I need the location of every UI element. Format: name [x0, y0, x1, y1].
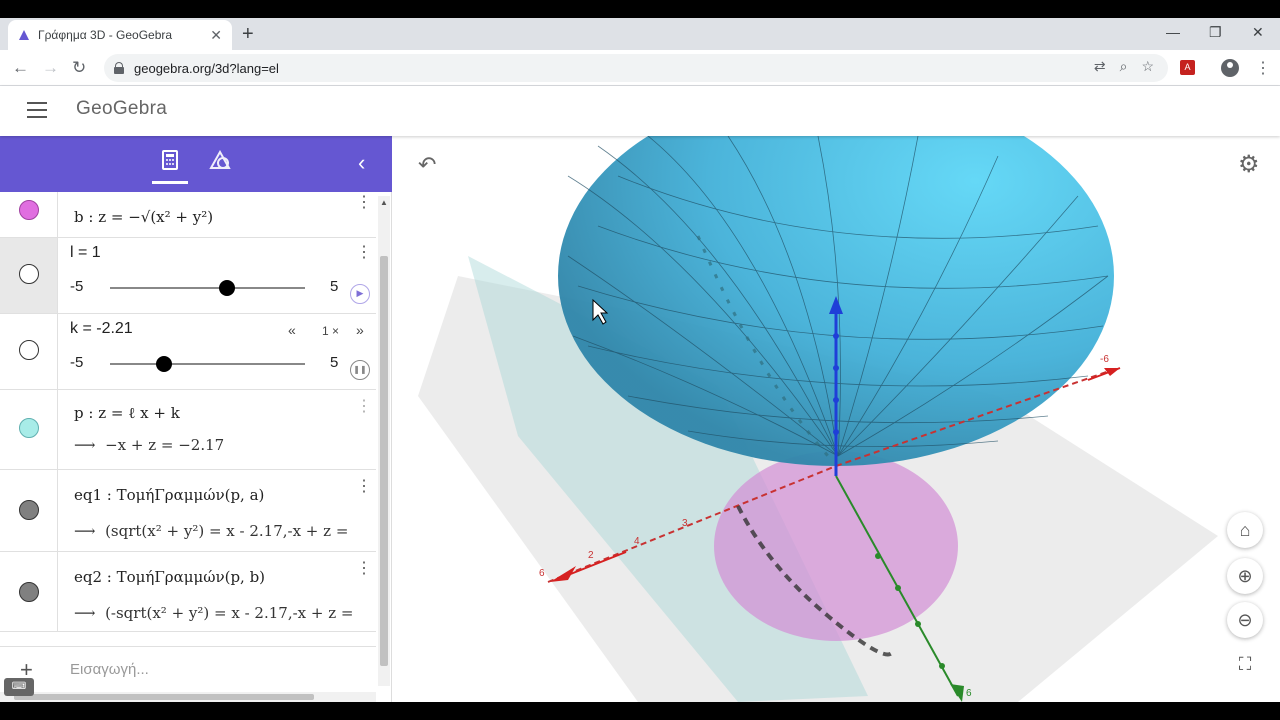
x-axis-label: 3: [682, 518, 688, 529]
browser-toolbar: ← → ↻ geogebra.org/3d?lang=el ⇄ ⌕ ☆ A ⋮: [0, 50, 1280, 86]
algebra-rows: b : z = −√(x² + y²) ⋮ l = 1 ⋮ -5 5 ▶ k =…: [0, 192, 376, 646]
algebra-row-eq1[interactable]: eq1 : ΤομήΓραμμών(p, a) ⟶ (sqrt(x² + y²)…: [0, 470, 376, 552]
algebra-row-l[interactable]: l = 1 ⋮ -5 5 ▶: [0, 238, 376, 314]
algebra-row-k[interactable]: k = -2.21 « 1 × » -5 5 ❚❚: [0, 314, 376, 390]
slider-max: 5: [330, 278, 339, 295]
bookmark-star-icon[interactable]: ☆: [1141, 58, 1154, 75]
geogebra-logo: GeoGebra: [76, 98, 168, 119]
browser-window: Γράφημα 3D - GeoGebra ✕ + — ❐ ✕ ← → ↻ ge…: [0, 18, 1280, 702]
z-axis-label: 6: [966, 688, 972, 699]
slider-min: -5: [70, 278, 84, 295]
calculator-icon: [162, 150, 178, 170]
slider-min: -5: [70, 354, 84, 371]
row-b-definition: b : z = −√(x² + y²): [74, 208, 214, 226]
speed-label[interactable]: 1 ×: [322, 324, 339, 338]
slider-knob-k[interactable]: [156, 356, 173, 372]
fullscreen-icon[interactable]: ⛶: [1227, 646, 1263, 682]
row-menu-icon[interactable]: ⋮: [356, 558, 372, 578]
restore-button[interactable]: ❐: [1209, 24, 1222, 41]
zoom-in-icon[interactable]: ⊕: [1227, 558, 1263, 594]
visibility-marble[interactable]: [19, 418, 39, 438]
minimize-button[interactable]: —: [1166, 24, 1180, 40]
tab-strip: Γράφημα 3D - GeoGebra ✕ + — ❐ ✕: [0, 18, 1280, 50]
row-eq2-definition: eq2 : ΤομήΓραμμών(p, b): [74, 568, 266, 586]
shapes-icon: [209, 149, 231, 169]
row-l-value: l = 1: [70, 244, 101, 261]
geogebra-header: GeoGebra: [0, 86, 1280, 136]
scrollbar-thumb[interactable]: [380, 256, 388, 666]
pdf-extension-icon[interactable]: A: [1180, 60, 1195, 75]
visibility-marble[interactable]: [19, 500, 39, 520]
zoom-icon[interactable]: ⌕: [1120, 58, 1128, 75]
zoom-out-icon[interactable]: ⊖: [1227, 602, 1263, 638]
translate-icon[interactable]: ⇄: [1094, 58, 1106, 75]
algebra-row-p[interactable]: p : z = ℓ x + k ⟶ −x + z = −2.17 ⋮: [0, 390, 376, 470]
reload-icon[interactable]: ↻: [72, 58, 86, 78]
row-p-output: ⟶ −x + z = −2.17: [74, 436, 225, 454]
play-icon[interactable]: ▶: [350, 284, 370, 304]
profile-avatar-icon[interactable]: [1221, 59, 1239, 77]
algebra-panel-header: ‹: [0, 136, 392, 192]
speed-up-icon[interactable]: »: [356, 322, 364, 338]
row-menu-icon[interactable]: ⋮: [356, 242, 372, 262]
slider-track[interactable]: [110, 363, 305, 365]
slider-max: 5: [330, 354, 339, 371]
row-eq1-definition: eq1 : ΤομήΓραμμών(p, a): [74, 486, 265, 504]
collapse-panel-icon[interactable]: ‹: [358, 150, 365, 176]
pink-cone: [714, 451, 958, 641]
tools-tab[interactable]: [205, 149, 235, 180]
row-eq1-output: ⟶ (sqrt(x² + y²) = x - 2.17,-x + z =: [74, 522, 349, 540]
hamburger-menu-icon[interactable]: [27, 102, 47, 118]
algebra-vertical-scrollbar[interactable]: ▲: [378, 196, 390, 686]
undo-icon[interactable]: ↶: [418, 152, 436, 178]
row-menu-icon[interactable]: ⋮: [356, 396, 372, 416]
algebra-row-eq2[interactable]: eq2 : ΤομήΓραμμών(p, b) ⟶ (-sqrt(x² + y²…: [0, 552, 376, 632]
y-axis-label: -6: [1100, 354, 1109, 365]
slider-track[interactable]: [110, 287, 305, 289]
algebra-horizontal-scrollbar[interactable]: [0, 692, 376, 702]
row-eq2-output: ⟶ (-sqrt(x² + y²) = x - 2.17,-x + z =: [74, 604, 354, 622]
tab-title: Γράφημα 3D - GeoGebra: [38, 28, 173, 42]
slider-knob-l[interactable]: [219, 280, 235, 296]
scrollbar-thumb[interactable]: [14, 694, 314, 700]
visibility-marble[interactable]: [19, 582, 39, 602]
row-k-value: k = -2.21: [70, 320, 133, 337]
geogebra-favicon-icon: [19, 30, 29, 40]
lock-icon: [114, 62, 124, 74]
address-bar[interactable]: geogebra.org/3d?lang=el ⇄ ⌕ ☆: [104, 54, 1168, 82]
scroll-up-icon[interactable]: ▲: [380, 198, 388, 207]
home-icon[interactable]: ⌂: [1227, 512, 1263, 548]
visibility-marble[interactable]: [19, 200, 39, 220]
visibility-marble[interactable]: [19, 264, 39, 284]
graphics-3d-view[interactable]: 6 4 3 2 -6 6 ↶ ⚙ ⌂ ⊕ ⊖ ⛶: [398, 136, 1280, 702]
algebra-row-b[interactable]: b : z = −√(x² + y²) ⋮: [0, 192, 376, 238]
url-text: geogebra.org/3d?lang=el: [134, 60, 279, 76]
new-tab-button[interactable]: +: [242, 24, 254, 44]
back-arrow-icon[interactable]: ←: [12, 58, 29, 78]
x-axis-label: 4: [634, 536, 640, 547]
algebra-input-row[interactable]: + Εισαγωγή...: [0, 646, 376, 692]
3d-canvas[interactable]: 6 4 3 2 -6 6: [398, 136, 1280, 702]
visibility-marble[interactable]: [19, 340, 39, 360]
algebra-tab[interactable]: [152, 150, 188, 184]
row-menu-icon[interactable]: ⋮: [356, 192, 372, 212]
row-p-definition: p : z = ℓ x + k: [74, 404, 180, 422]
algebra-input[interactable]: Εισαγωγή...: [70, 661, 149, 678]
browser-menu-icon[interactable]: ⋮: [1255, 58, 1271, 78]
gear-icon[interactable]: ⚙: [1238, 150, 1260, 179]
row-menu-icon[interactable]: ⋮: [356, 476, 372, 496]
slow-down-icon[interactable]: «: [288, 322, 296, 338]
algebra-panel: ‹ b : z = −√(x² + y²) ⋮ l = 1 ⋮ -5 5 ▶ k…: [0, 136, 392, 702]
browser-tab[interactable]: Γράφημα 3D - GeoGebra ✕: [8, 20, 232, 50]
x-axis-label: 6: [539, 568, 545, 579]
keyboard-icon[interactable]: ⌨: [4, 678, 34, 696]
tab-close-icon[interactable]: ✕: [210, 27, 222, 44]
x-axis-label: 2: [588, 550, 594, 561]
forward-arrow-icon[interactable]: →: [42, 58, 59, 78]
window-close-button[interactable]: ✕: [1252, 24, 1264, 41]
pause-icon[interactable]: ❚❚: [350, 360, 370, 380]
